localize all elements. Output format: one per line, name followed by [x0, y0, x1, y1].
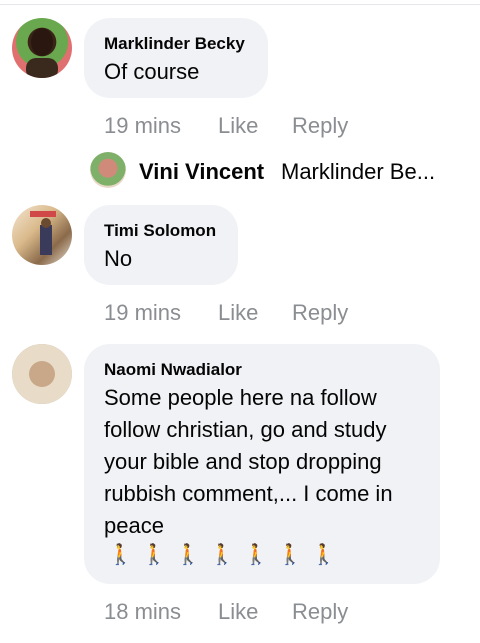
reply-preview-text[interactable]: Marklinder Be... [281, 159, 435, 185]
top-divider [0, 4, 480, 5]
reply-button[interactable]: Reply [292, 599, 348, 625]
comment-author[interactable]: Naomi Nwadialor [104, 360, 242, 380]
comment-author[interactable]: Timi Solomon [104, 221, 216, 241]
comment-text-line: rubbish comment,... I come in [104, 481, 393, 506]
reply-preview-author[interactable]: Vini Vincent [139, 159, 264, 185]
comment-text: Of course [104, 59, 200, 84]
comment-text-line: Some people here na follow [104, 385, 377, 410]
comment-time[interactable]: 19 mins [104, 113, 181, 139]
avatar-naomi[interactable] [12, 344, 72, 404]
reply-button[interactable]: Reply [292, 300, 348, 326]
comment-time[interactable]: 18 mins [104, 599, 181, 625]
comment-text-line: your bible and stop dropping [104, 449, 382, 474]
walking-emoji-row: 🚶🚶🚶🚶🚶🚶🚶 [108, 544, 346, 566]
comment-text-line: follow christian, go and study [104, 417, 387, 442]
avatar-vini[interactable] [90, 152, 126, 188]
comment-text: No [104, 246, 133, 271]
person-icon [30, 211, 56, 255]
avatar-timi[interactable] [12, 205, 72, 265]
like-button[interactable]: Like [218, 300, 258, 326]
comment-text-line: peace [104, 513, 164, 538]
avatar-marklinder[interactable] [12, 18, 72, 78]
like-button[interactable]: Like [218, 599, 258, 625]
comment-author[interactable]: Marklinder Becky [104, 34, 245, 54]
reply-button[interactable]: Reply [292, 113, 348, 139]
person-icon [26, 28, 58, 78]
like-button[interactable]: Like [218, 113, 258, 139]
comment-time[interactable]: 19 mins [104, 300, 181, 326]
